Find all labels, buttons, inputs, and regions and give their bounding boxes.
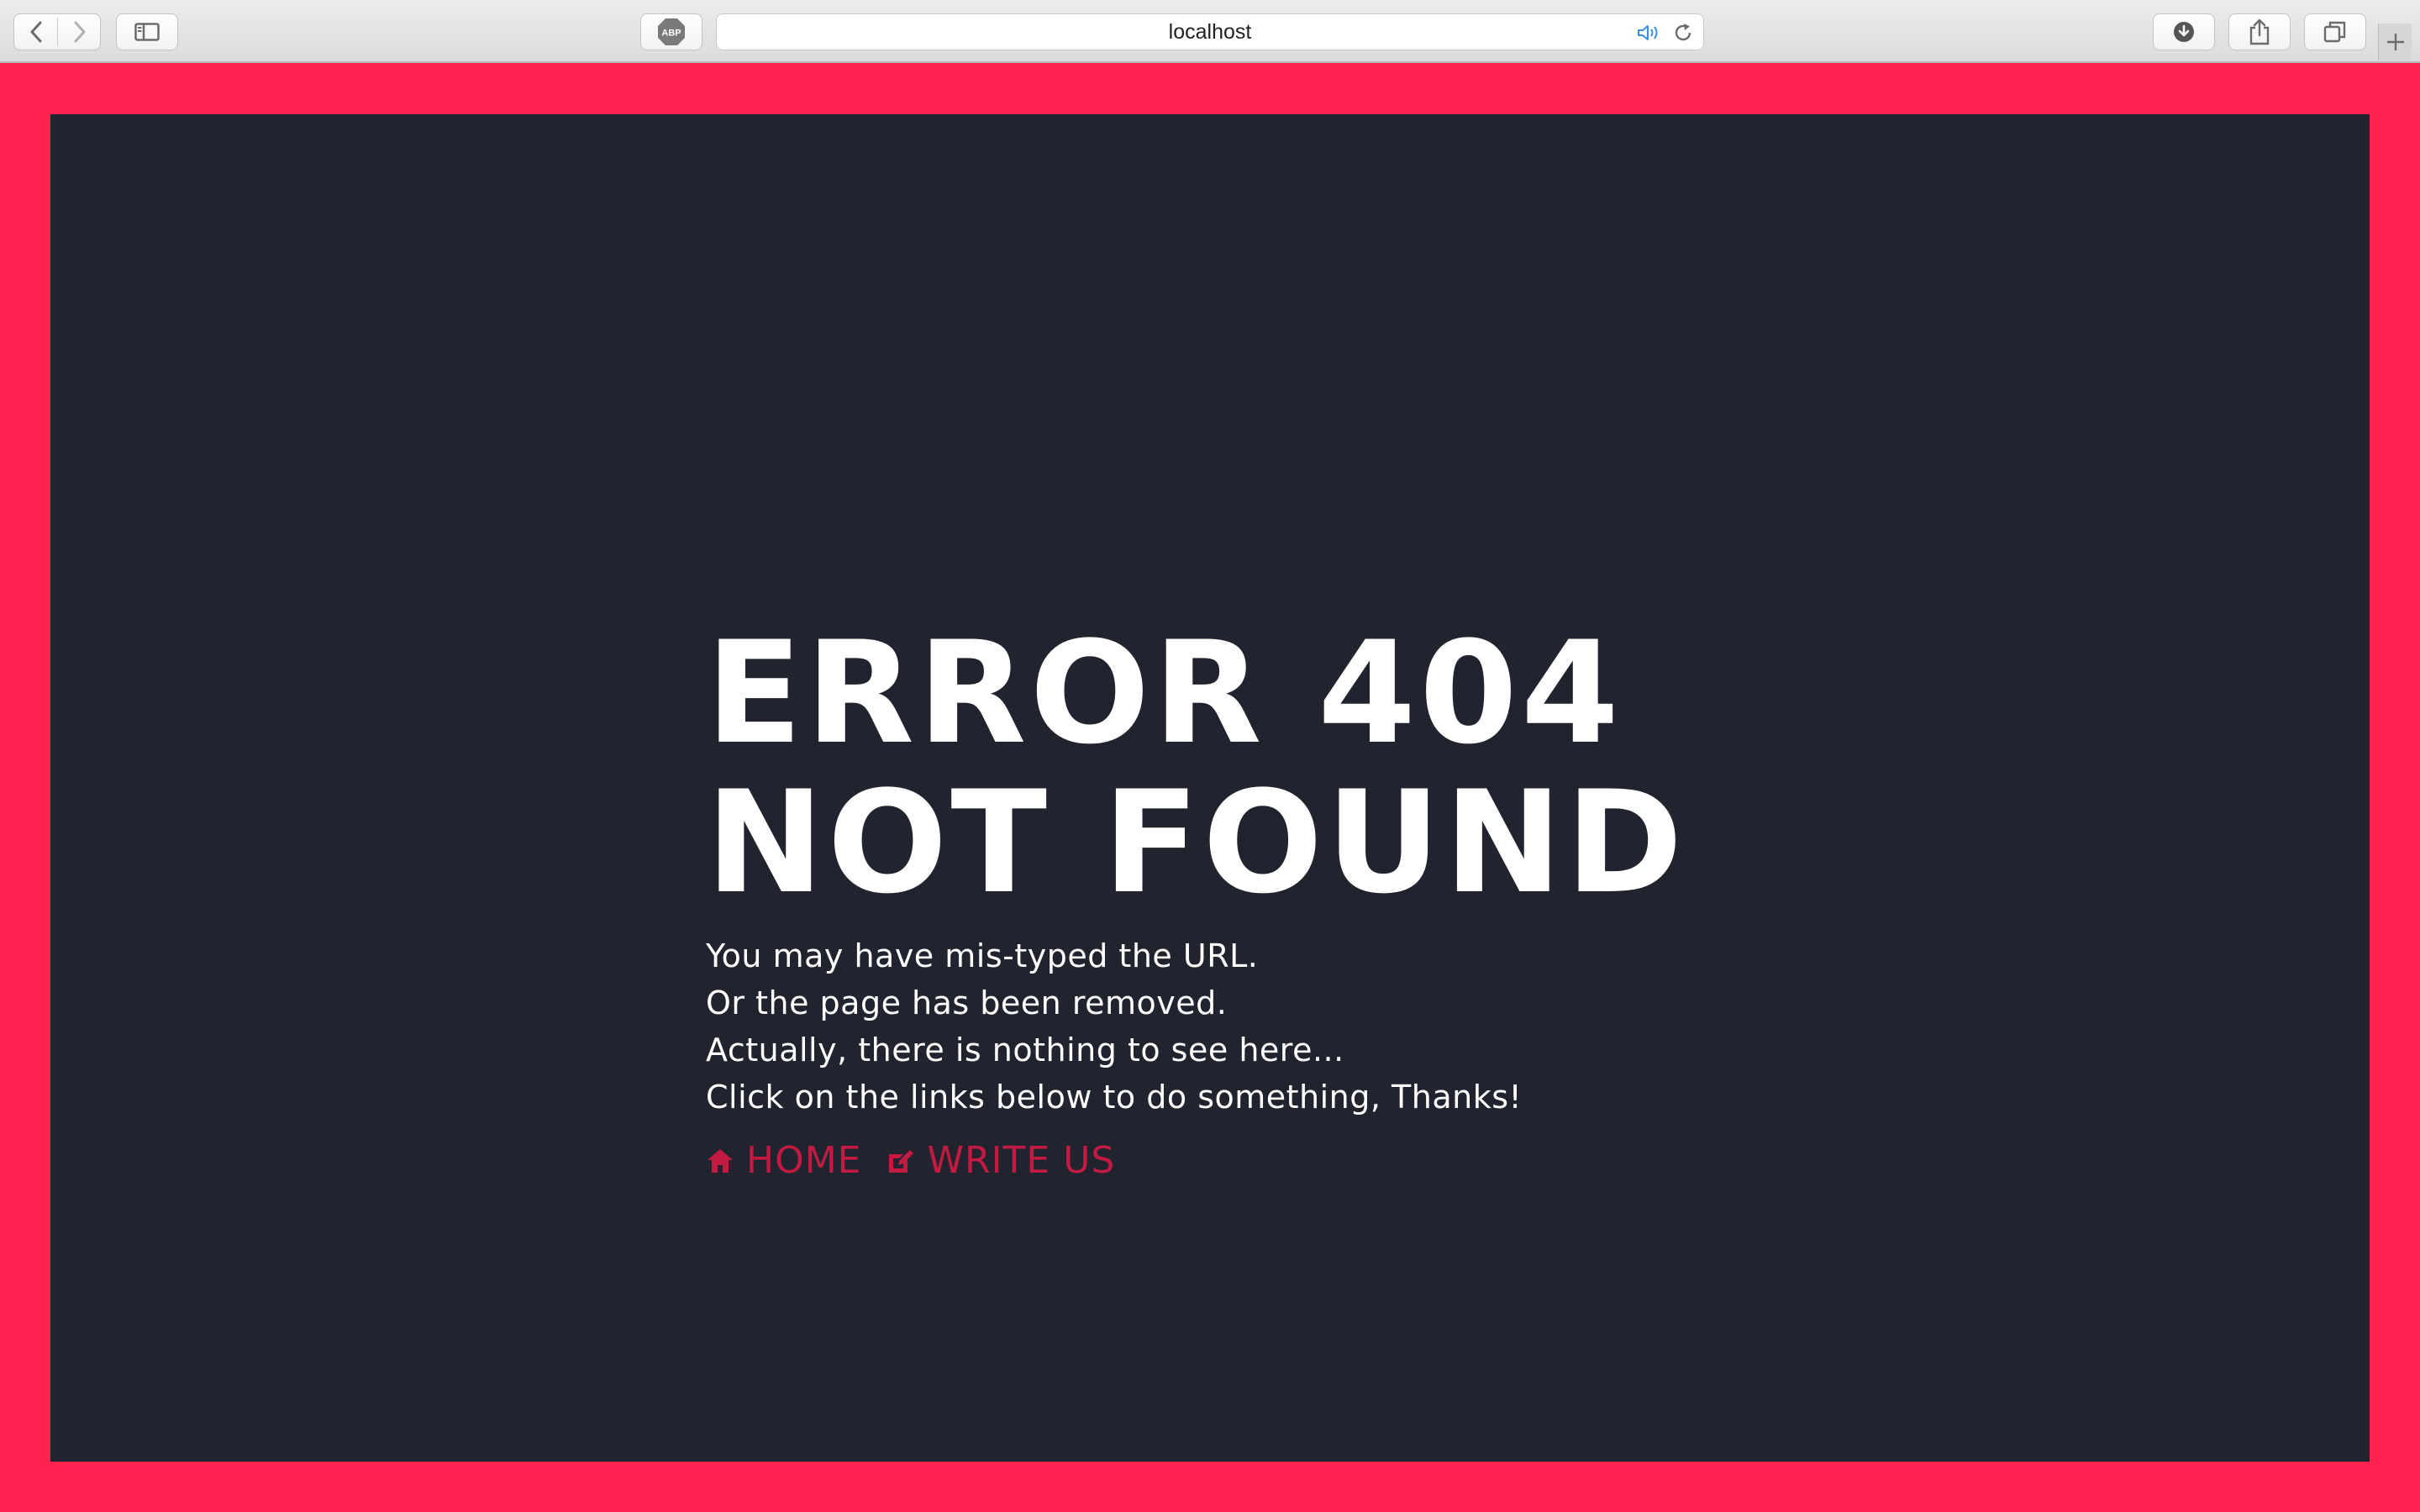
edit-icon: [889, 1149, 914, 1173]
action-links: HOME WRITE US: [706, 1139, 1882, 1182]
adblock-button[interactable]: ABP: [640, 13, 702, 50]
home-link-label[interactable]: HOME: [746, 1139, 861, 1182]
share-icon: [2249, 18, 2270, 45]
error-content: ERROR 404 NOT FOUND You may have mis-typ…: [706, 618, 1882, 1182]
url-text[interactable]: localhost: [717, 14, 1703, 50]
message-line: Actually, there is nothing to see here..…: [706, 1032, 1344, 1068]
error-message: You may have mis-typed the URL. Or the p…: [706, 932, 1882, 1121]
adblock-label: ABP: [661, 29, 681, 39]
chevron-right-icon: [74, 21, 85, 43]
downloads-button[interactable]: [2153, 13, 2215, 50]
new-tab-button[interactable]: [2378, 24, 2412, 60]
back-button[interactable]: [14, 14, 57, 50]
address-bar[interactable]: localhost: [716, 13, 1704, 50]
message-line: You may have mis-typed the URL.: [706, 937, 1259, 974]
page-frame: ERROR 404 NOT FOUND You may have mis-typ…: [0, 64, 2420, 1512]
error-title-line-2: NOT FOUND: [706, 760, 1686, 925]
error-panel: ERROR 404 NOT FOUND You may have mis-typ…: [50, 114, 2370, 1462]
tabs-icon: [2323, 21, 2346, 43]
tab-overview-button[interactable]: [2304, 13, 2366, 50]
sidebar-icon: [134, 23, 160, 41]
write-us-link-label[interactable]: WRITE US: [927, 1139, 1115, 1182]
plus-icon: [2386, 34, 2404, 50]
error-title-line-1: ERROR 404: [706, 611, 1623, 775]
message-line: Click on the links below to do something…: [706, 1079, 1523, 1116]
share-button[interactable]: [2228, 13, 2291, 50]
chevron-left-icon: [30, 21, 41, 43]
home-icon: [708, 1148, 733, 1173]
error-title: ERROR 404 NOT FOUND: [706, 618, 1882, 917]
home-link[interactable]: HOME: [706, 1139, 861, 1182]
browser-toolbar: ABP localhost: [0, 0, 2420, 63]
speaker-icon[interactable]: [1636, 23, 1663, 43]
reload-icon[interactable]: [1673, 23, 1693, 43]
forward-button[interactable]: [58, 14, 101, 50]
adblock-icon: ABP: [658, 18, 685, 45]
navigation-buttons: [13, 13, 101, 50]
sidebar-toggle-button[interactable]: [116, 13, 178, 50]
message-line: Or the page has been removed.: [706, 984, 1228, 1021]
download-icon: [2174, 22, 2194, 42]
write-us-link[interactable]: WRITE US: [886, 1139, 1115, 1182]
